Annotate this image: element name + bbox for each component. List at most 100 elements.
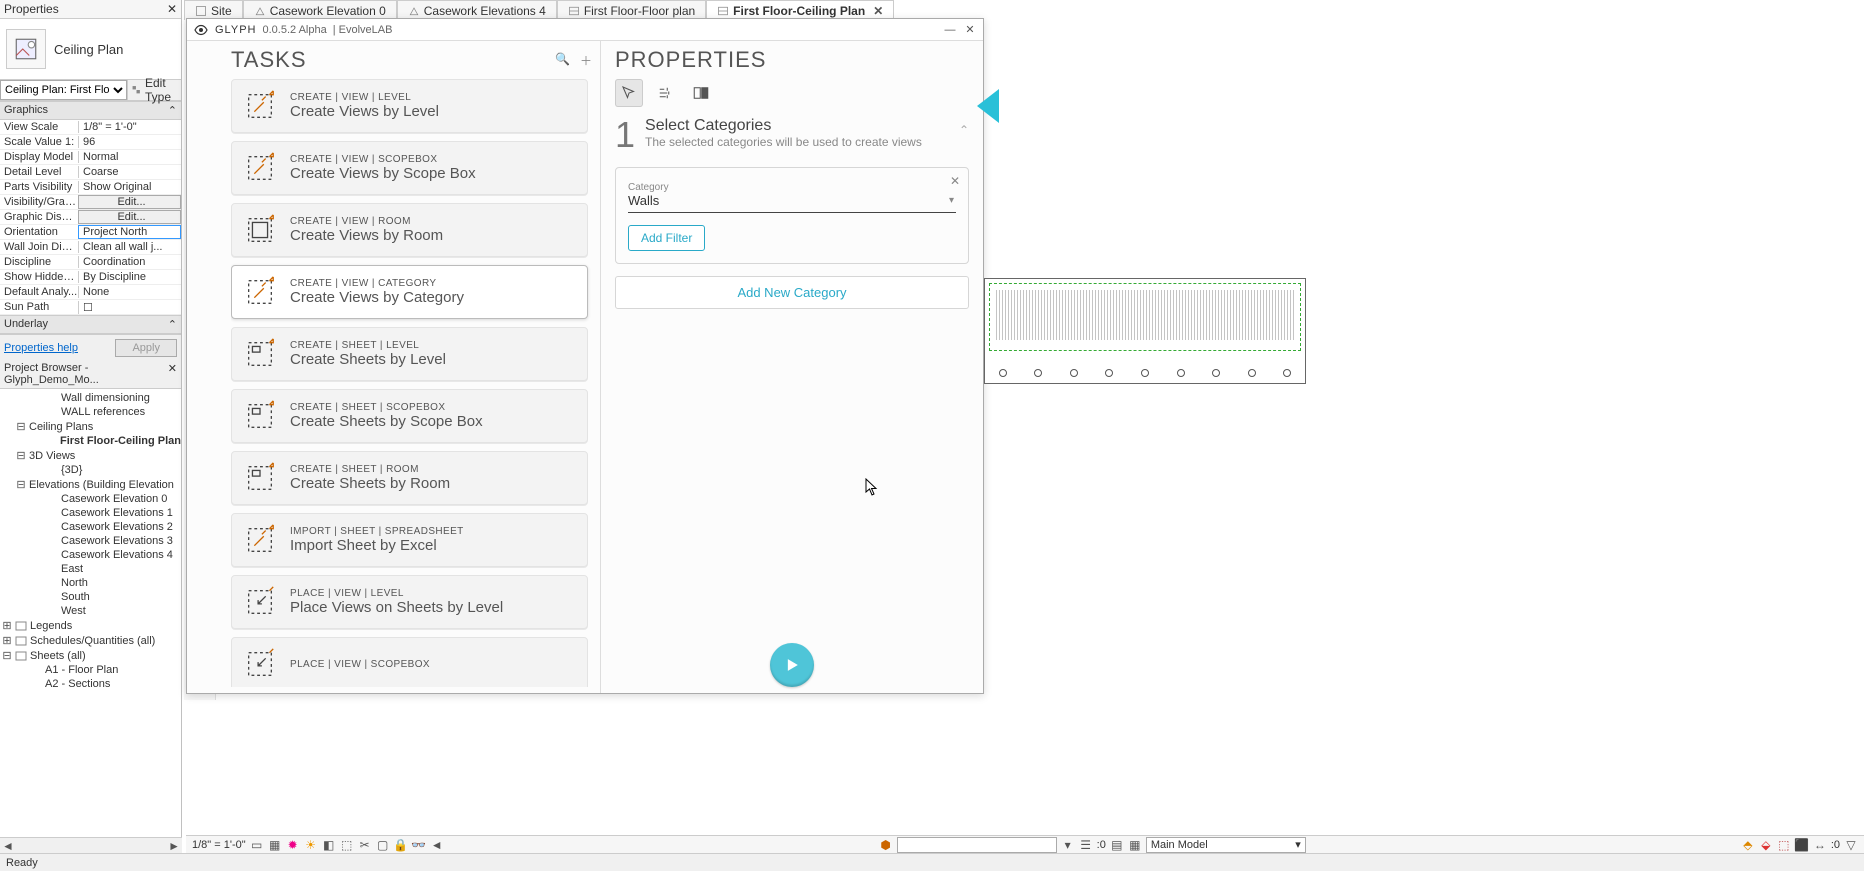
tree-node[interactable]: South [0,590,181,604]
scale-display[interactable]: 1/8" = 1'-0" [192,839,246,851]
view-tab[interactable]: Site [184,0,243,20]
filter-input[interactable] [897,837,1057,853]
view-tab[interactable]: First Floor-Ceiling Plan✕ [706,0,894,20]
property-value[interactable]: Coordination [78,256,181,268]
collapse-panel-icon[interactable] [977,89,999,123]
search-icon[interactable]: 🔍 [555,52,570,69]
property-value[interactable]: Coarse [78,166,181,178]
shadows-icon[interactable]: ◧ [322,838,336,852]
drawing-canvas[interactable] [984,278,1306,384]
tasks-list[interactable]: CREATE | VIEW | LEVELCreate Views by Lev… [231,79,592,687]
tree-node[interactable]: ⊟Ceiling Plans [0,419,181,434]
tree-node[interactable]: Casework Elevations 2 [0,520,181,534]
run-button[interactable] [770,643,814,687]
tree-node[interactable]: ⊞Legends [0,618,181,633]
tree-node[interactable]: {3D} [0,463,181,477]
property-row[interactable]: Visibility/Grap...Edit... [0,195,181,210]
glyph-title-bar[interactable]: GLYPH 0.0.5.2 Alpha | EvolveLAB — ✕ [187,19,983,41]
property-value[interactable]: Edit... [78,195,181,209]
close-icon[interactable]: ✕ [873,4,883,18]
expand-icon[interactable]: ⊞ [2,634,12,647]
property-row[interactable]: Graphic Displ...Edit... [0,210,181,225]
worksets-icon[interactable]: ▦ [1128,838,1142,852]
type-selector[interactable]: Ceiling Plan [0,19,181,79]
property-row[interactable]: View Scale 1/8" = 1'-0" [0,120,181,135]
property-row[interactable]: Wall Join Disp...Clean all wall j... [0,240,181,255]
tree-node[interactable]: ⊞Schedules/Quantities (all) [0,633,181,648]
property-row[interactable]: DisciplineCoordination [0,255,181,270]
expand-icon[interactable]: ⊟ [2,649,12,662]
close-icon[interactable]: ✕ [963,23,977,37]
expand-icon[interactable]: ⊞ [2,619,12,632]
task-card[interactable]: CREATE | VIEW | LEVELCreate Views by Lev… [231,79,588,133]
dropdown-icon[interactable]: ▾ [1061,838,1075,852]
temp-hide-icon[interactable]: 👓 [412,838,426,852]
expand-icon[interactable]: ⊟ [16,449,26,462]
property-value[interactable]: Normal [78,151,181,163]
tree-node[interactable]: Wall dimensioning [0,391,181,405]
visual-style-icon[interactable]: ✹ [286,838,300,852]
tree-node[interactable]: ⊟3D Views [0,448,181,463]
reveal-icon[interactable]: ◄ [430,838,444,852]
tab-select[interactable] [615,79,643,107]
view-tab[interactable]: First Floor-Floor plan [557,0,706,20]
tree-node[interactable]: North [0,576,181,590]
rendering-icon[interactable]: ⬚ [340,838,354,852]
tree-node[interactable]: Casework Elevations 1 [0,506,181,520]
property-row[interactable]: Scale Value 1:96 [0,135,181,150]
property-row[interactable]: Default Analy...None [0,285,181,300]
property-value[interactable]: Show Original [78,181,181,193]
underlay-section-header[interactable]: Underlay ⌃ [0,315,181,334]
property-row[interactable]: Sun Path☐ [0,300,181,315]
collapse-icon[interactable]: ⌃ [168,104,177,117]
select-pinned-icon[interactable]: ⬚ [1777,838,1791,852]
tree-node[interactable]: ⊟Sheets (all) [0,648,181,663]
task-card[interactable]: CREATE | SHEET | LEVELCreate Sheets by L… [231,327,588,381]
crop-view-icon[interactable]: ✂ [358,838,372,852]
scroll-right-icon[interactable]: ► [168,839,180,853]
property-row[interactable]: Parts VisibilityShow Original [0,180,181,195]
task-card[interactable]: CREATE | SHEET | SCOPEBOXCreate Sheets b… [231,389,588,443]
model-graphics-icon[interactable]: ▭ [250,838,264,852]
tree-node[interactable]: A2 - Sections [0,677,181,691]
task-card[interactable]: PLACE | VIEW | LEVELPlace Views on Sheet… [231,575,588,629]
select-underlay-icon[interactable]: ⬙ [1759,838,1773,852]
view-tab[interactable]: Casework Elevation 0 [243,0,397,20]
task-card[interactable]: CREATE | VIEW | SCOPEBOXCreate Views by … [231,141,588,195]
select-face-icon[interactable]: ⬛ [1795,838,1809,852]
project-tree[interactable]: Wall dimensioningWALL references⊟Ceiling… [0,389,181,864]
task-card[interactable]: IMPORT | SHEET | SPREADSHEETImport Sheet… [231,513,588,567]
task-card[interactable]: CREATE | VIEW | CATEGORYCreate Views by … [231,265,588,319]
crop-region-icon[interactable]: ▢ [376,838,390,852]
tab-layout[interactable] [687,79,715,107]
collapse-icon[interactable]: ⌃ [168,318,177,331]
property-row[interactable]: Display ModelNormal [0,150,181,165]
tree-node[interactable]: First Floor-Ceiling Plan [0,434,181,448]
apply-button[interactable]: Apply [115,339,177,357]
minimize-icon[interactable]: — [943,23,957,37]
task-card[interactable]: CREATE | VIEW | ROOMCreate Views by Room [231,203,588,257]
add-filter-button[interactable]: Add Filter [628,225,705,251]
add-icon[interactable]: ＋ [580,52,592,69]
sun-path-icon[interactable]: ☀ [304,838,318,852]
tree-node[interactable]: East [0,562,181,576]
tree-node[interactable]: WALL references [0,405,181,419]
tab-settings[interactable] [651,79,679,107]
property-value[interactable]: Project North [78,225,181,239]
tree-node[interactable]: Casework Elevation 0 [0,492,181,506]
tree-node[interactable]: A1 - Floor Plan [0,663,181,677]
category-dropdown[interactable]: Category Walls ▾ [628,180,956,213]
property-value[interactable]: 1/8" = 1'-0" [78,121,181,133]
property-value[interactable]: Clean all wall j... [78,241,181,253]
property-value[interactable]: 96 [78,136,181,148]
property-value[interactable]: ☐ [78,301,181,314]
properties-help-link[interactable]: Properties help [4,342,78,354]
expand-icon[interactable]: ⊟ [16,478,26,491]
edit-type-button[interactable]: Edit Type [127,80,181,100]
main-model-selector[interactable]: Main Model▾ [1146,837,1306,853]
filter-funnel-icon[interactable]: ▽ [1844,838,1858,852]
tree-node[interactable]: Casework Elevations 4 [0,548,181,562]
count-icon[interactable]: ☰ [1079,838,1093,852]
view-tab[interactable]: Casework Elevations 4 [397,0,557,20]
tree-node[interactable]: ⊟Elevations (Building Elevation [0,477,181,492]
